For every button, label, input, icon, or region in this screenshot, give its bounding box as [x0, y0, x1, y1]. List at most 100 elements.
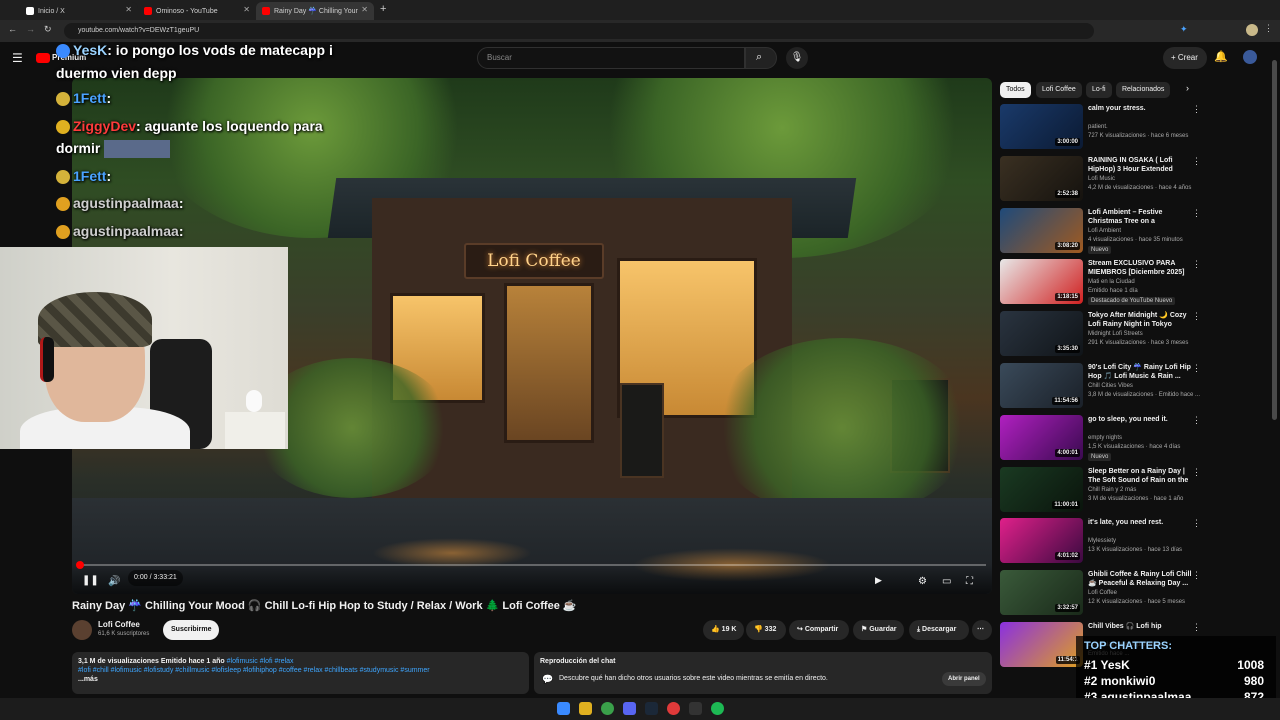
extension-icon[interactable]: ✦ [1180, 24, 1188, 35]
more-options-icon[interactable]: ⋮ [1192, 363, 1201, 374]
download-button[interactable]: ⤓ Descargar [909, 620, 969, 640]
settings-gear-icon[interactable]: ⚙ [918, 576, 927, 587]
description-tags[interactable]: #lofi #chill #lofimusic #lofistudy #chil… [78, 667, 523, 674]
save-button[interactable]: ⚑ Guardar [853, 620, 904, 640]
recommended-title[interactable]: Ghibli Coffee & Rainy Lofi Chill ☕ Peace… [1088, 570, 1193, 588]
tab-ominoso[interactable]: Ominoso - YouTube ✕ [138, 2, 256, 20]
channel-avatar[interactable] [72, 620, 92, 640]
video-thumbnail[interactable]: 3:32:57 [1000, 570, 1083, 616]
reload-icon[interactable]: ↻ [44, 24, 52, 35]
more-options-icon[interactable]: ⋮ [1192, 156, 1201, 167]
steam-icon[interactable] [645, 702, 658, 715]
close-icon[interactable]: ✕ [361, 5, 368, 14]
more-options-icon[interactable]: ⋮ [1192, 208, 1201, 219]
video-thumbnail[interactable]: 3:35:30 [1000, 311, 1083, 357]
profile-avatar[interactable] [1246, 24, 1258, 36]
epic-games-icon[interactable] [689, 702, 702, 715]
new-tab-button[interactable]: + [380, 3, 386, 15]
recommended-video[interactable]: 2:52:38 RAINING IN OSAKA ( Lofi HipHop) 3… [1000, 155, 1205, 204]
recommended-video[interactable]: 11:54:56 90's Lofi City ☔ Rainy Lofi Hip … [1000, 363, 1205, 411]
channel-name[interactable]: Lofi Coffee [98, 620, 140, 629]
close-icon[interactable]: ✕ [125, 5, 132, 14]
recommended-channel[interactable]: Chill Cities Vibes [1088, 383, 1133, 389]
more-options-icon[interactable]: ⋮ [1192, 570, 1201, 581]
video-thumbnail[interactable]: 1:18:15 [1000, 259, 1083, 305]
recommended-title[interactable]: Lofi Ambient – Festive Christmas Tree on… [1088, 208, 1193, 226]
video-thumbnail[interactable]: 4:01:02 [1000, 518, 1083, 564]
recommended-channel[interactable]: Chill Rain y 2 más [1088, 487, 1136, 493]
page-scrollbar[interactable] [1272, 60, 1277, 420]
voice-search-button[interactable]: 🎙 [786, 47, 808, 69]
recommended-channel[interactable]: patient. [1088, 124, 1108, 130]
more-options-icon[interactable]: ⋮ [1192, 467, 1201, 478]
video-thumbnail[interactable]: 2:52:38 [1000, 155, 1083, 201]
chip-lofi-coffee[interactable]: Lofi Coffee [1036, 82, 1082, 98]
share-button[interactable]: ↪ Compartir [789, 620, 849, 640]
recommended-video[interactable]: 3:32:57 Ghibli Coffee & Rainy Lofi Chill … [1000, 570, 1205, 618]
open-panel-button[interactable]: Abrir panel [942, 672, 986, 686]
more-options-icon[interactable]: ⋮ [1192, 622, 1201, 633]
more-options-icon[interactable]: ⋮ [1192, 415, 1201, 426]
autoplay-toggle-icon[interactable]: ▶ [875, 575, 882, 586]
windows-start-icon[interactable] [557, 702, 570, 715]
hamburger-menu-icon[interactable]: ☰ [12, 51, 23, 65]
chip-all[interactable]: Todos [1000, 82, 1031, 98]
recommended-video[interactable]: 11:00:01 Sleep Better on a Rainy Day | Th… [1000, 466, 1205, 515]
video-thumbnail[interactable]: 11:54:1 [1000, 622, 1083, 667]
app-icon[interactable] [667, 702, 680, 715]
spotify-icon[interactable] [711, 702, 724, 715]
create-button[interactable]: + Crear [1163, 47, 1207, 69]
recommended-video[interactable]: 4:01:02 it's late, you need rest. Mylessie… [1000, 518, 1205, 566]
scrubber-handle[interactable] [76, 561, 84, 569]
tab-x[interactable]: Inicio / X ✕ [20, 2, 138, 20]
chip-lofi[interactable]: Lo-fi [1086, 82, 1112, 98]
more-options-icon[interactable]: ⋮ [1192, 259, 1201, 270]
like-button[interactable]: 👍 19 K [703, 620, 744, 640]
back-icon[interactable]: ← [8, 24, 17, 34]
recommended-channel[interactable]: Mati en la Ciudad [1088, 279, 1135, 285]
browser-menu-icon[interactable]: ⋮ [1264, 23, 1273, 34]
url-input[interactable]: youtube.com/watch?v=DEWzT1geuPU [64, 23, 1094, 39]
video-thumbnail[interactable]: 11:54:56 [1000, 363, 1083, 408]
recommended-video[interactable]: 3:08:20 Lofi Ambient – Festive Christmas … [1000, 207, 1205, 256]
volume-icon[interactable]: 🔊 [108, 576, 120, 587]
recommended-channel[interactable]: Lofi Ambient [1088, 228, 1121, 234]
miniplayer-icon[interactable]: ▭ [942, 576, 951, 587]
recommended-title[interactable]: RAINING IN OSAKA ( Lofi HipHop) 3 Hour E… [1088, 156, 1193, 174]
notifications-bell-icon[interactable]: 🔔 [1214, 50, 1228, 63]
chip-related[interactable]: Relacionados [1116, 82, 1171, 98]
chevron-right-icon[interactable]: › [1186, 83, 1189, 93]
progress-bar[interactable] [76, 561, 986, 569]
recommended-video[interactable]: 4:00:01 go to sleep, you need it. empty ni… [1000, 414, 1205, 463]
fullscreen-icon[interactable]: ⛶ [966, 576, 973, 587]
search-button[interactable]: ⌕ [745, 47, 777, 69]
recommended-video[interactable]: 3:35:30 Tokyo After Midnight 🌙 Cozy Lofi … [1000, 311, 1205, 359]
more-options-icon[interactable]: ⋮ [1192, 311, 1201, 322]
more-options-icon[interactable]: ⋮ [1192, 104, 1201, 115]
description-box[interactable]: 3,1 M de visualizaciones Emitido hace 1 … [72, 652, 529, 694]
search-input[interactable]: Buscar [477, 47, 745, 69]
youtube-logo-icon[interactable] [36, 53, 50, 63]
pause-icon[interactable]: ❚❚ [82, 575, 99, 586]
chrome-icon[interactable] [601, 702, 614, 715]
video-thumbnail[interactable]: 4:00:01 [1000, 414, 1083, 460]
subscribe-button[interactable]: Suscribirme [163, 620, 220, 640]
account-avatar[interactable] [1243, 50, 1257, 64]
close-icon[interactable]: ✕ [243, 5, 250, 14]
recommended-title[interactable]: Chill Vibes 🎧 Lofi hip [1088, 622, 1193, 631]
recommended-title[interactable]: go to sleep, you need it. [1088, 415, 1193, 424]
recommended-title[interactable]: calm your stress. [1088, 104, 1193, 113]
recommended-title[interactable]: Stream EXCLUSIVO PARA MIEMBROS [Diciembr… [1088, 259, 1193, 277]
video-thumbnail[interactable]: 3:08:20 [1000, 207, 1083, 253]
video-thumbnail[interactable]: 11:00:01 [1000, 466, 1083, 512]
discord-icon[interactable] [623, 702, 636, 715]
forward-icon[interactable]: → [26, 24, 35, 34]
recommended-channel[interactable]: Lofi Music [1088, 176, 1115, 182]
tab-rainy-day[interactable]: Rainy Day ☔ Chilling Your ✕ [256, 2, 374, 20]
recommended-channel[interactable]: Lofi Coffee [1088, 590, 1117, 596]
recommended-title[interactable]: Sleep Better on a Rainy Day | The Soft S… [1088, 467, 1193, 485]
recommended-title[interactable]: 90's Lofi City ☔ Rainy Lofi Hip Hop 🎵 Lo… [1088, 363, 1193, 381]
recommended-channel[interactable]: empty nights [1088, 435, 1122, 441]
recommended-channel[interactable]: Midnight Lofi Streets [1088, 331, 1143, 337]
more-actions-button[interactable]: ⋯ [972, 620, 992, 640]
